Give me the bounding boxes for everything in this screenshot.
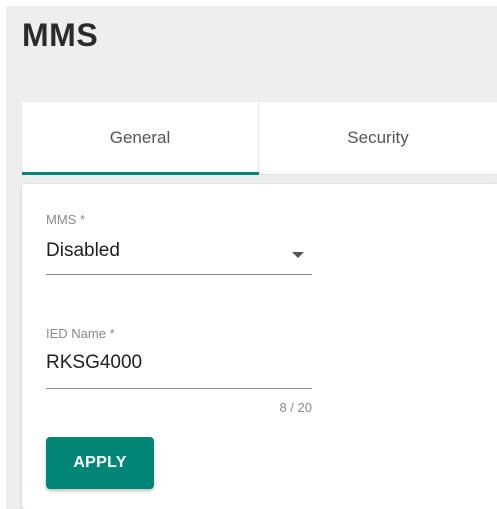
- page-background: MMS General Security MMS * Disabled IED …: [6, 6, 497, 509]
- mms-field-label: MMS *: [46, 212, 85, 227]
- active-tab-indicator: [22, 172, 259, 175]
- tab-security-label: Security: [347, 128, 409, 147]
- dropdown-arrow-icon[interactable]: [292, 252, 304, 258]
- mms-select[interactable]: Disabled: [46, 234, 312, 275]
- apply-button[interactable]: APPLY: [46, 437, 154, 489]
- mms-select-value: Disabled: [46, 240, 120, 261]
- tab-general[interactable]: General: [22, 102, 259, 174]
- ied-name-input[interactable]: [46, 352, 306, 374]
- tab-bar: General Security: [22, 102, 497, 175]
- ied-name-char-counter: 8 / 20: [279, 400, 312, 415]
- tab-general-label: General: [109, 128, 171, 147]
- ied-name-field: [46, 348, 312, 389]
- ied-name-field-label: IED Name *: [46, 326, 115, 341]
- page-title: MMS: [22, 17, 99, 53]
- tab-security[interactable]: Security: [259, 102, 497, 174]
- settings-card: MMS * Disabled IED Name * 8 / 20 APPLY: [22, 184, 497, 509]
